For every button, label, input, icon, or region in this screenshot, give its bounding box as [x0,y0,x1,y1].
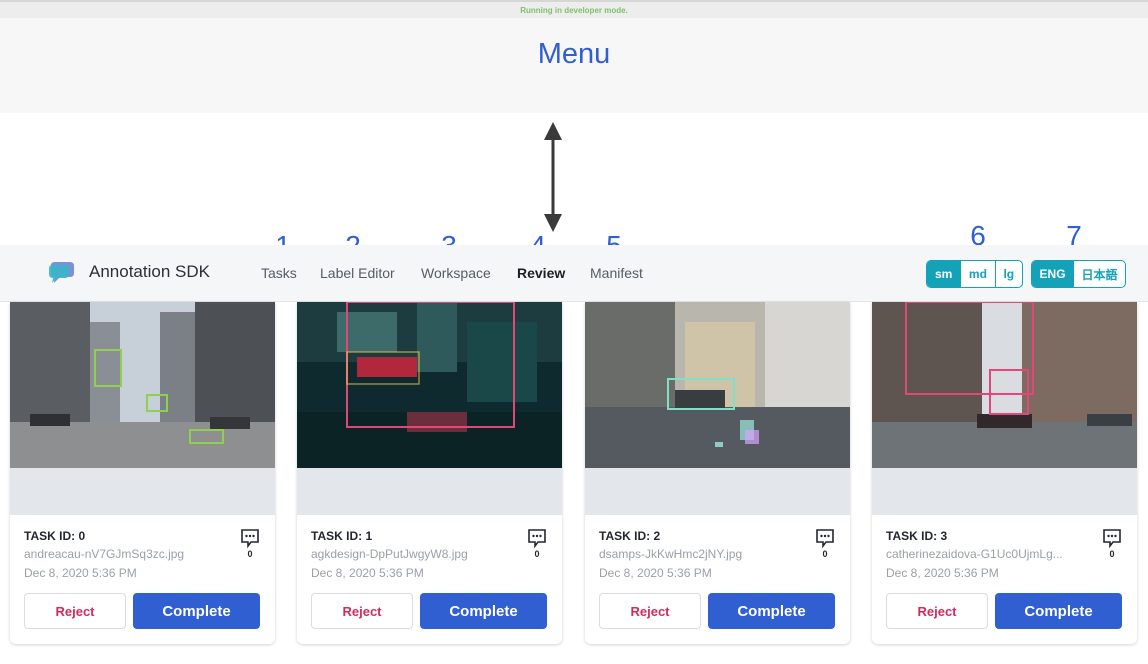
image-padding [872,468,1137,515]
task-filename: agkdesign-DpPutJwgyW8.jpg [311,547,468,561]
comment-icon [1103,529,1121,548]
nav-workspace[interactable]: Workspace [421,265,491,281]
menu-area: Menu [0,18,1148,113]
nav-review[interactable]: Review [517,265,565,281]
language-eng-button[interactable]: ENG [1032,261,1074,287]
comment-count: 0 [1109,549,1115,559]
comment-count: 0 [247,549,253,559]
reject-button[interactable]: Reject [886,593,988,629]
image-padding [585,468,850,515]
task-date: Dec 8, 2020 5:36 PM [599,566,712,580]
task-filename: andreacau-nV7GJmSq3zc.jpg [24,547,185,561]
size-lg-button[interactable]: lg [994,261,1022,287]
size-sm-button[interactable]: sm [927,261,961,287]
task-id: TASK ID: 3 [886,529,948,543]
task-card-grid: TASK ID: 0 andreacau-nV7GJmSq3zc.jpg Dec… [0,302,1148,664]
task-filename: dsamps-JkKwHmc2jNY.jpg [599,547,743,561]
task-card: TASK ID: 0 andreacau-nV7GJmSq3zc.jpg Dec… [10,302,275,644]
reject-button[interactable]: Reject [599,593,701,629]
comment-count: 0 [822,549,828,559]
comment-button[interactable]: 0 [239,528,261,559]
task-id: TASK ID: 2 [599,529,661,543]
task-image[interactable] [585,302,850,468]
comment-count: 0 [534,549,540,559]
nav-manifest[interactable]: Manifest [590,265,643,281]
double-arrow-icon [544,122,562,232]
comment-button[interactable]: 0 [1101,528,1123,559]
task-card: TASK ID: 2 dsamps-JkKwHmc2jNY.jpg Dec 8,… [585,302,850,644]
comment-icon [816,529,834,548]
chat-bubble-logo-icon [49,262,74,283]
complete-button[interactable]: Complete [420,593,547,629]
image-padding [10,468,275,515]
image-padding [297,468,562,515]
task-filename: catherinezaidova-G1Uc0UjmLg... [886,547,1063,561]
reject-button[interactable]: Reject [24,593,126,629]
language-ja-button[interactable]: 日本語 [1073,261,1125,287]
task-date: Dec 8, 2020 5:36 PM [311,566,424,580]
language-toggle: ENG 日本語 [1031,260,1126,288]
nav-tasks[interactable]: Tasks [261,265,297,281]
task-id: TASK ID: 0 [24,529,86,543]
complete-button[interactable]: Complete [133,593,260,629]
reject-button[interactable]: Reject [311,593,413,629]
task-image[interactable] [10,302,275,468]
comment-button[interactable]: 0 [814,528,836,559]
task-card: TASK ID: 1 agkdesign-DpPutJwgyW8.jpg Dec… [297,302,562,644]
comment-button[interactable]: 0 [526,528,548,559]
menu-label: Menu [537,38,611,70]
size-toggle: sm md lg [926,260,1023,288]
complete-button[interactable]: Complete [995,593,1122,629]
developer-mode-banner: Running in developer mode. [0,0,1148,18]
task-image[interactable] [872,302,1137,468]
comment-icon [528,529,546,548]
task-id: TASK ID: 1 [311,529,373,543]
task-image[interactable] [297,302,562,468]
app-header: Annotation SDK Tasks Label Editor Worksp… [0,245,1148,302]
task-card: TASK ID: 3 catherinezaidova-G1Uc0UjmLg..… [872,302,1137,644]
brand-title: Annotation SDK [89,262,210,281]
size-md-button[interactable]: md [960,261,994,287]
nav-label-editor[interactable]: Label Editor [320,265,395,281]
complete-button[interactable]: Complete [708,593,835,629]
comment-icon [241,529,259,548]
task-date: Dec 8, 2020 5:36 PM [24,566,137,580]
task-date: Dec 8, 2020 5:36 PM [886,566,999,580]
